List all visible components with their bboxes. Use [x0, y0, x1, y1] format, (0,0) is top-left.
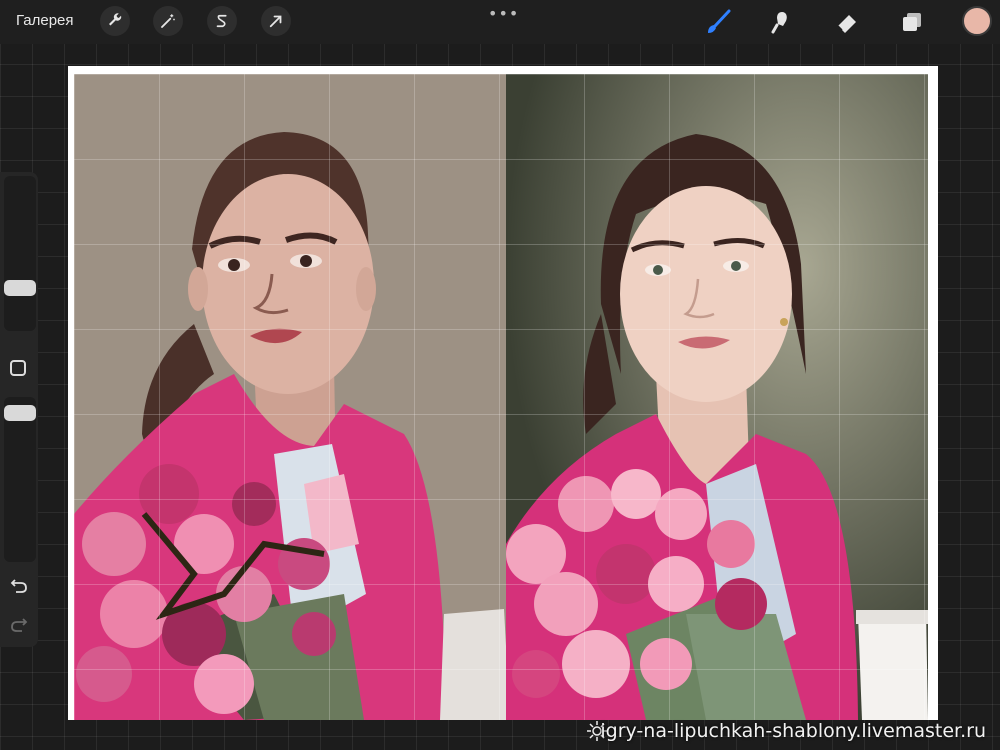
- opacity-slider[interactable]: [4, 397, 36, 562]
- color-picker-swatch[interactable]: [962, 6, 992, 36]
- layers-icon: [903, 13, 921, 31]
- transform-button[interactable]: [261, 6, 291, 36]
- reference-photo: [506, 74, 928, 720]
- brush-tool-button[interactable]: [704, 8, 732, 36]
- smudge-tool-button[interactable]: [768, 8, 796, 36]
- drawing-canvas[interactable]: [68, 66, 938, 720]
- painted-portrait-illustration: [74, 74, 510, 720]
- eraser-icon: [837, 15, 856, 33]
- selection-button[interactable]: [207, 6, 237, 36]
- smudge-icon: [771, 12, 787, 34]
- reference-portrait-photo: [506, 74, 928, 720]
- eraser-tool-button[interactable]: [833, 8, 861, 36]
- opacity-thumb[interactable]: [4, 405, 36, 421]
- adjustments-button[interactable]: [153, 6, 183, 36]
- redo-icon[interactable]: [9, 615, 29, 635]
- left-sidebar: [0, 172, 38, 647]
- undo-icon[interactable]: [9, 576, 29, 596]
- gallery-link[interactable]: Галерея: [16, 12, 74, 29]
- modify-button[interactable]: [10, 360, 26, 376]
- magic-wand-icon: [161, 14, 175, 28]
- layers-button[interactable]: [898, 8, 926, 36]
- selection-icon: [216, 14, 227, 28]
- painting-layer: [74, 74, 510, 720]
- top-toolbar: Галерея •••: [0, 0, 1000, 44]
- brush-size-slider[interactable]: [4, 176, 36, 331]
- actions-wrench-button[interactable]: [100, 6, 130, 36]
- watermark-text: igry-na-lipuchkah-shablony.livemaster.ru: [600, 720, 986, 742]
- brush-size-thumb[interactable]: [4, 280, 36, 296]
- more-options-dots[interactable]: •••: [488, 4, 519, 23]
- wrench-icon: [109, 13, 122, 26]
- brush-icon: [708, 9, 731, 33]
- transform-arrow-icon: [269, 15, 282, 28]
